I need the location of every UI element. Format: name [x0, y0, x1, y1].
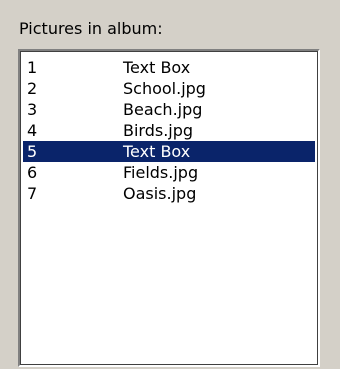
list-item-number: 4	[27, 121, 38, 140]
list-item[interactable]: 6 Fields.jpg	[23, 162, 315, 183]
list-item-name: School.jpg	[123, 79, 206, 98]
pictures-in-album-panel: Pictures in album: 1 Text Box 2 School.j…	[0, 0, 340, 369]
list-item-number: 3	[27, 100, 38, 119]
list-item-number: 1	[27, 58, 38, 77]
list-item[interactable]: 3 Beach.jpg	[23, 99, 315, 120]
list-item-number: 6	[27, 163, 38, 182]
list-item-number: 2	[27, 79, 38, 98]
list-item-number: 7	[27, 184, 38, 203]
list-item-name: Fields.jpg	[123, 163, 199, 182]
list-item-number: 5	[27, 142, 38, 161]
list-item[interactable]: 7 Oasis.jpg	[23, 183, 315, 204]
pictures-list: 1 Text Box 2 School.jpg 3 Beach.jpg 4 Bi…	[23, 57, 315, 204]
list-item-name: Beach.jpg	[123, 100, 203, 119]
list-item-name: Oasis.jpg	[123, 184, 197, 203]
list-item-name: Birds.jpg	[123, 121, 194, 140]
list-item[interactable]: 5 Text Box	[23, 141, 315, 162]
pictures-listbox[interactable]: 1 Text Box 2 School.jpg 3 Beach.jpg 4 Bi…	[18, 49, 320, 367]
pictures-in-album-label: Pictures in album:	[19, 19, 163, 38]
list-item[interactable]: 4 Birds.jpg	[23, 120, 315, 141]
list-item-name: Text Box	[123, 58, 191, 77]
list-item-name: Text Box	[123, 142, 191, 161]
list-item[interactable]: 1 Text Box	[23, 57, 315, 78]
list-item[interactable]: 2 School.jpg	[23, 78, 315, 99]
